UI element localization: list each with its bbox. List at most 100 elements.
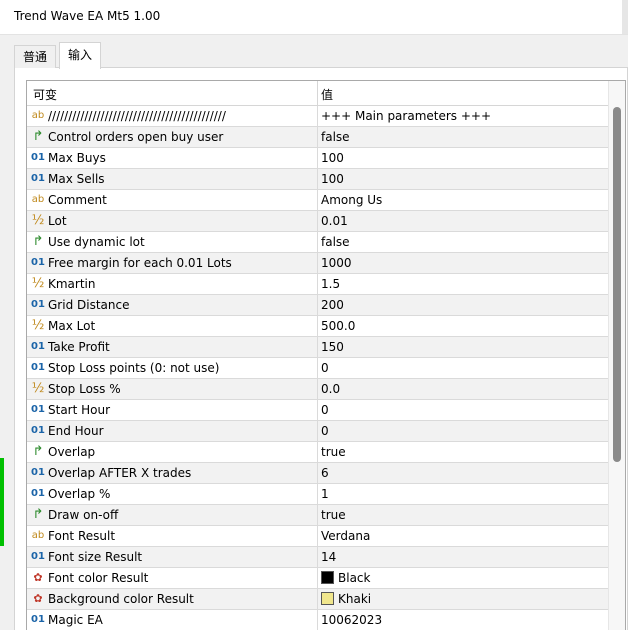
double-type-icon: ½ [31, 213, 45, 228]
parameter-value[interactable]: 500.0 [321, 319, 355, 333]
parameter-name: Font color Result [48, 571, 149, 585]
parameter-value[interactable]: true [321, 508, 346, 522]
parameter-value[interactable]: 200 [321, 298, 344, 312]
tab-strip: 普通 输入 [14, 42, 614, 69]
parameter-name: Font Result [48, 529, 116, 543]
table-row[interactable]: ↱ Overlap true [27, 442, 608, 463]
parameter-value-text: 14 [321, 550, 337, 564]
table-row[interactable]: ½ Lot 0.01 [27, 211, 608, 232]
table-row[interactable]: 01 Take Profit 150 [27, 337, 608, 358]
parameter-value[interactable]: 0.01 [321, 214, 348, 228]
table-row[interactable]: 01 End Hour 0 [27, 421, 608, 442]
parameter-value[interactable]: 0 [321, 361, 329, 375]
parameter-value[interactable]: 100 [321, 172, 344, 186]
table-row[interactable]: ab//////////////////////////////////////… [27, 106, 608, 127]
table-header: 可变 值 [27, 81, 608, 106]
table-row[interactable]: ↱ Draw on-off true [27, 505, 608, 526]
cell-separator [317, 148, 318, 169]
integer-type-icon: 01 [31, 173, 45, 184]
boolean-type-icon: ↱ [32, 234, 44, 249]
table-row[interactable]: 01 Max Buys 100 [27, 148, 608, 169]
parameter-value[interactable]: +++ Main parameters +++ [321, 109, 491, 123]
parameter-value[interactable]: 0 [321, 424, 329, 438]
parameter-name: End Hour [48, 424, 104, 438]
table-row[interactable]: 01 Overlap AFTER X trades 6 [27, 463, 608, 484]
table-row[interactable]: ½ Kmartin 1.5 [27, 274, 608, 295]
parameter-value[interactable]: 1000 [321, 256, 352, 270]
integer-type-icon: 01 [31, 341, 45, 352]
integer-type-icon: 01 [31, 488, 45, 499]
cell-separator [317, 274, 318, 295]
table-row[interactable]: 01 Free margin for each 0.01 Lots 1000 [27, 253, 608, 274]
cell-separator [317, 505, 318, 526]
tab-common[interactable]: 普通 [14, 45, 57, 68]
table-row[interactable]: ✿ Background color Result Khaki [27, 589, 608, 610]
double-type-icon: ½ [31, 276, 45, 291]
tab-inputs[interactable]: 输入 [59, 42, 102, 69]
table-row[interactable]: ab Comment Among Us [27, 190, 608, 211]
table-row[interactable]: 01 Overlap % 1 [27, 484, 608, 505]
parameter-name: Lot [48, 214, 67, 228]
parameter-name: Max Buys [48, 151, 106, 165]
parameter-name: Max Lot [48, 319, 96, 333]
cell-separator [317, 526, 318, 547]
parameter-value[interactable]: 100 [321, 151, 344, 165]
parameter-value[interactable]: false [321, 130, 350, 144]
parameter-value[interactable]: false [321, 235, 350, 249]
cell-separator [317, 106, 318, 127]
parameter-value-text: 10062023 [321, 613, 383, 627]
parameter-value-text: 500.0 [321, 319, 356, 333]
parameter-value[interactable]: 6 [321, 466, 329, 480]
parameter-name: Comment [48, 193, 107, 207]
parameter-value[interactable]: 150 [321, 340, 344, 354]
parameter-value[interactable]: 10062023 [321, 613, 382, 627]
string-type-icon: ab [31, 530, 45, 541]
table-row[interactable]: 01 Grid Distance 200 [27, 295, 608, 316]
table-row[interactable]: ab Font Result Verdana [27, 526, 608, 547]
parameter-value[interactable]: true [321, 445, 346, 459]
parameter-value[interactable]: 14 [321, 550, 336, 564]
parameter-value[interactable]: Khaki [321, 592, 371, 606]
parameter-value[interactable]: Black [321, 571, 370, 585]
table-row[interactable]: 01 Magic EA 10062023 [27, 610, 608, 630]
parameter-name: Control orders open buy user [48, 130, 224, 144]
parameter-value-text: 200 [321, 298, 344, 312]
integer-type-icon: 01 [31, 404, 45, 415]
parameter-name: Kmartin [48, 277, 96, 291]
table-row[interactable]: 01 Max Sells 100 [27, 169, 608, 190]
table-row[interactable]: ↱ Use dynamic lot false [27, 232, 608, 253]
parameter-value[interactable]: 0 [321, 403, 329, 417]
table-row[interactable]: ↱ Control orders open buy user false [27, 127, 608, 148]
title-bar-edge [622, 0, 628, 34]
cell-separator [317, 169, 318, 190]
column-separator[interactable] [317, 81, 318, 105]
integer-type-icon: 01 [31, 152, 45, 163]
column-header-variable[interactable]: 可变 [33, 86, 57, 103]
parameter-name: Start Hour [48, 403, 111, 417]
parameter-name: Stop Loss points (0: not use) [48, 361, 220, 375]
parameter-name: Overlap [48, 445, 96, 459]
string-type-icon: ab [31, 194, 45, 205]
parameter-value[interactable]: Verdana [321, 529, 370, 543]
column-header-value[interactable]: 值 [321, 86, 333, 103]
table-row[interactable]: ✿ Font color Result Black [27, 568, 608, 589]
parameter-value[interactable]: 0.0 [321, 382, 340, 396]
table-row[interactable]: ½ Stop Loss % 0.0 [27, 379, 608, 400]
table-row[interactable]: 01 Stop Loss points (0: not use) 0 [27, 358, 608, 379]
parameter-name: Use dynamic lot [48, 235, 145, 249]
table-row[interactable]: 01 Font size Result 14 [27, 547, 608, 568]
parameter-value[interactable]: 1 [321, 487, 329, 501]
vertical-scrollbar[interactable] [608, 81, 625, 630]
parameter-value[interactable]: 1.5 [321, 277, 340, 291]
parameter-value-text: Among Us [321, 193, 383, 207]
parameter-value[interactable]: Among Us [321, 193, 382, 207]
scrollbar-thumb[interactable] [613, 107, 621, 462]
parameter-name: Magic EA [48, 613, 103, 627]
parameter-name: Background color Result [48, 592, 194, 606]
tab-common-label: 普通 [23, 50, 48, 64]
table-row[interactable]: ½ Max Lot 500.0 [27, 316, 608, 337]
cell-separator [317, 316, 318, 337]
parameter-value-text: false [321, 130, 350, 144]
double-type-icon: ½ [31, 318, 45, 333]
table-row[interactable]: 01 Start Hour 0 [27, 400, 608, 421]
